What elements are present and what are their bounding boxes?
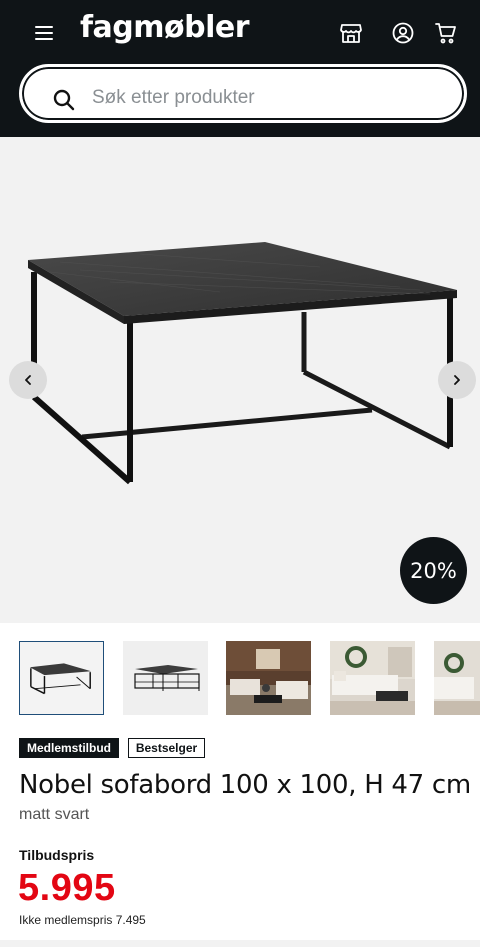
chevron-right-icon: [454, 375, 460, 385]
chevron-left-icon: [25, 375, 31, 385]
gallery-prev-button[interactable]: [9, 361, 47, 399]
discount-badge: 20%: [400, 537, 467, 604]
thumbnail-1[interactable]: [19, 641, 104, 715]
account-icon[interactable]: [391, 21, 415, 45]
gallery-next-button[interactable]: [438, 361, 476, 399]
search-input[interactable]: [92, 79, 432, 117]
product-image: [28, 242, 457, 485]
regular-price: Ikke medlemspris 7.495: [19, 913, 146, 927]
thumbnail-2[interactable]: [123, 641, 208, 715]
thumbnail-4[interactable]: [330, 641, 415, 715]
member-offer-badge: Medlemstilbud: [19, 738, 119, 758]
cart-icon[interactable]: [434, 21, 458, 45]
menu-icon[interactable]: [34, 22, 56, 44]
section-divider: [0, 940, 480, 947]
thumbnail-3[interactable]: [226, 641, 311, 715]
thumbnail-strip: [19, 641, 480, 715]
site-header: fagmøbler: [0, 0, 480, 137]
product-variant: matt svart: [19, 806, 90, 823]
site-logo[interactable]: fagmøbler: [80, 10, 250, 45]
offer-price: 5.995: [18, 867, 116, 909]
bestseller-badge: Bestselger: [128, 738, 205, 758]
product-gallery: 20%: [0, 137, 480, 623]
search-icon[interactable]: [52, 88, 76, 112]
store-icon[interactable]: [339, 21, 363, 45]
offer-price-label: Tilbudspris: [19, 847, 95, 863]
thumbnail-5[interactable]: [434, 641, 480, 715]
product-title: Nobel sofabord 100 x 100, H 47 cm: [19, 770, 471, 800]
search-bar: [19, 64, 467, 123]
